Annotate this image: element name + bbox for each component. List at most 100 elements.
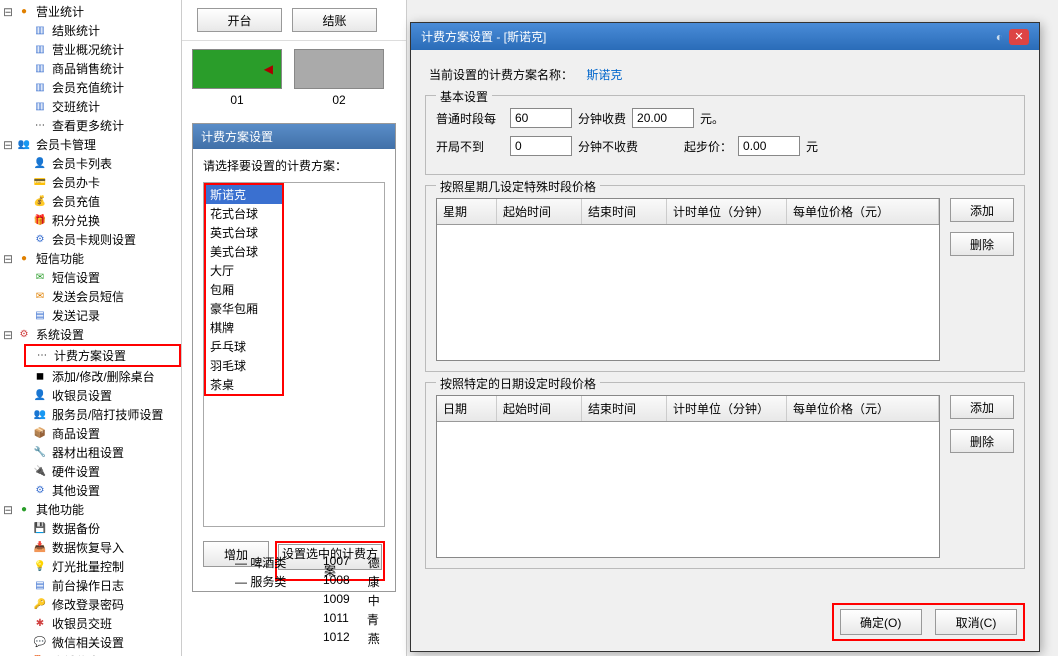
tree-node-shift-stats[interactable]: ▥交班统计 [0,97,181,116]
tree-label: 前台操作日志 [52,577,124,594]
checkout-button[interactable]: 结账 [292,8,377,32]
toolbar: 开台 结账 [182,0,406,41]
tree-node-member-rules[interactable]: ⚙会员卡规则设置 [0,230,181,249]
tree-node-sms-log[interactable]: ▤发送记录 [0,306,181,325]
open-table-button[interactable]: 开台 [197,8,282,32]
table-preview: 01 02 [182,41,406,115]
th-price: 每单位价格（元） [787,199,939,224]
weekday-add-button[interactable]: 添加 [950,198,1014,222]
plan-list[interactable]: 斯诺克 花式台球 英式台球 美式台球 大厅 包厢 豪华包厢 棋牌 乒乓球 羽毛球… [203,182,385,527]
tree-label: 计费方案设置 [54,347,126,364]
plan-item[interactable]: 羽毛球 [206,356,282,375]
tree-node-lights[interactable]: 💡灯光批量控制 [0,557,181,576]
th-unit: 计时单位（分钟） [667,199,787,224]
tree-node-checkout-stats[interactable]: ▥结账统计 [0,21,181,40]
tree-node-password[interactable]: 🔑修改登录密码 [0,595,181,614]
plan-item[interactable]: 英式台球 [206,223,282,242]
label: 元 [806,138,818,155]
th-end: 结束时间 [582,199,667,224]
date-add-button[interactable]: 添加 [950,395,1014,419]
price-input[interactable] [632,108,694,128]
tree-node-points[interactable]: 🎁积分兑换 [0,211,181,230]
tree-node-sales[interactable]: ⊟●营业统计 [0,2,181,21]
tree-node-goods-stats[interactable]: ▥商品销售统计 [0,59,181,78]
date-delete-button[interactable]: 删除 [950,429,1014,453]
tree-label: 系统设置 [36,326,84,343]
tree-node-sms-send[interactable]: ✉发送会员短信 [0,287,181,306]
start-price-input[interactable] [738,136,800,156]
tree-node-member-list[interactable]: 👤会员卡列表 [0,154,181,173]
tree-node-restore[interactable]: 📥数据恢复导入 [0,538,181,557]
tree-label: 器材出租设置 [52,444,124,461]
tree-label: 会员充值统计 [52,79,124,96]
close-icon[interactable]: ✕ [1009,29,1029,45]
date-table-body[interactable] [437,422,939,557]
label: 元。 [700,110,724,127]
plan-item[interactable]: 豪华包厢 [206,299,282,318]
tree-label: 数据恢复导入 [52,539,124,556]
table-thumb-02[interactable]: 02 [294,49,384,107]
plan-prompt: 请选择要设置的计费方案： [193,149,395,178]
th-start: 起始时间 [497,396,582,421]
tree-node-overview-stats[interactable]: ▥营业概况统计 [0,40,181,59]
tree-label: 修改登录密码 [52,596,124,613]
tree-label: 短信功能 [36,250,84,267]
tree-label: 营业统计 [36,3,84,20]
weekday-table-body[interactable] [437,225,939,360]
date-legend: 按照特定的日期设定时段价格 [436,375,600,392]
tree-node-goods[interactable]: 📦商品设置 [0,424,181,443]
tree-node-staff[interactable]: 👥服务员/陪打技师设置 [0,405,181,424]
tree-node-rental[interactable]: 🔧器材出租设置 [0,443,181,462]
free-minutes-input[interactable] [510,136,572,156]
tree-label: 短信设置 [52,269,100,286]
help-icon[interactable]: ◐ [996,30,1003,44]
tree-node-sms[interactable]: ⊟●短信功能 [0,249,181,268]
ok-button[interactable]: 确定(O) [840,609,922,635]
label: 分钟收费 [578,110,626,127]
tree-node-billing-plan[interactable]: ⋯计费方案设置 [24,344,181,367]
plan-item[interactable]: 大厅 [206,261,282,280]
table-thumb-01[interactable]: 01 [192,49,282,107]
tree-node-other-settings[interactable]: ⚙其他设置 [0,481,181,500]
tree-node-tables[interactable]: ◼添加/修改/删除桌台 [0,367,181,386]
plan-panel-title: 计费方案设置 [193,124,395,149]
modal-title-text: 计费方案设置 - [斯诺克] [421,28,546,45]
date-table: 日期 起始时间 结束时间 计时单位（分钟） 每单位价格（元） [436,395,940,558]
plan-item[interactable]: 茶桌 [206,375,282,394]
tree-label: 会员办卡 [52,174,100,191]
plan-item[interactable]: 乒乓球 [206,337,282,356]
background-list: — 啤酒类1007德 — 服务类1008康 1009中 1011青 1012燕 [225,553,425,648]
tree-node-sms-settings[interactable]: ✉短信设置 [0,268,181,287]
tree-label: 结账统计 [52,22,100,39]
plan-item[interactable]: 斯诺克 [206,185,282,204]
tree-node-cashier[interactable]: 👤收银员设置 [0,386,181,405]
minutes-input[interactable] [510,108,572,128]
tree-node-recharge-stats[interactable]: ▥会员充值统计 [0,78,181,97]
tree-node-shop-info[interactable]: 🏪店铺信息设置 [0,652,181,656]
weekday-legend: 按照星期几设定特殊时段价格 [436,178,600,195]
modal-titlebar: 计费方案设置 - [斯诺克] ◐ ✕ [411,23,1039,50]
weekday-pricing-group: 按照星期几设定特殊时段价格 星期 起始时间 结束时间 计时单位（分钟） 每单位价… [425,185,1025,372]
tree-node-member-new[interactable]: 💳会员办卡 [0,173,181,192]
tree-node-shift[interactable]: ✱收银员交班 [0,614,181,633]
tree-label: 收银员交班 [52,615,112,632]
tree-node-wechat[interactable]: 💬微信相关设置 [0,633,181,652]
plan-item[interactable]: 花式台球 [206,204,282,223]
label: 普通时段每 [436,110,504,127]
weekday-delete-button[interactable]: 删除 [950,232,1014,256]
tree-node-member-recharge[interactable]: 💰会员充值 [0,192,181,211]
tree-label: 积分兑换 [52,212,100,229]
plan-item[interactable]: 包厢 [206,280,282,299]
tree-node-more-stats[interactable]: ⋯查看更多统计 [0,116,181,135]
tree-node-oplog[interactable]: ▤前台操作日志 [0,576,181,595]
plan-item[interactable]: 棋牌 [206,318,282,337]
cancel-button[interactable]: 取消(C) [935,609,1017,635]
tree-node-backup[interactable]: 💾数据备份 [0,519,181,538]
tree-node-member[interactable]: ⊟👥会员卡管理 [0,135,181,154]
thumb-label: 02 [332,93,345,107]
date-pricing-group: 按照特定的日期设定时段价格 日期 起始时间 结束时间 计时单位（分钟） 每单位价… [425,382,1025,569]
plan-item[interactable]: 美式台球 [206,242,282,261]
tree-node-other[interactable]: ⊟●其他功能 [0,500,181,519]
tree-node-system[interactable]: ⊟⚙系统设置 [0,325,181,344]
tree-node-hardware[interactable]: 🔌硬件设置 [0,462,181,481]
